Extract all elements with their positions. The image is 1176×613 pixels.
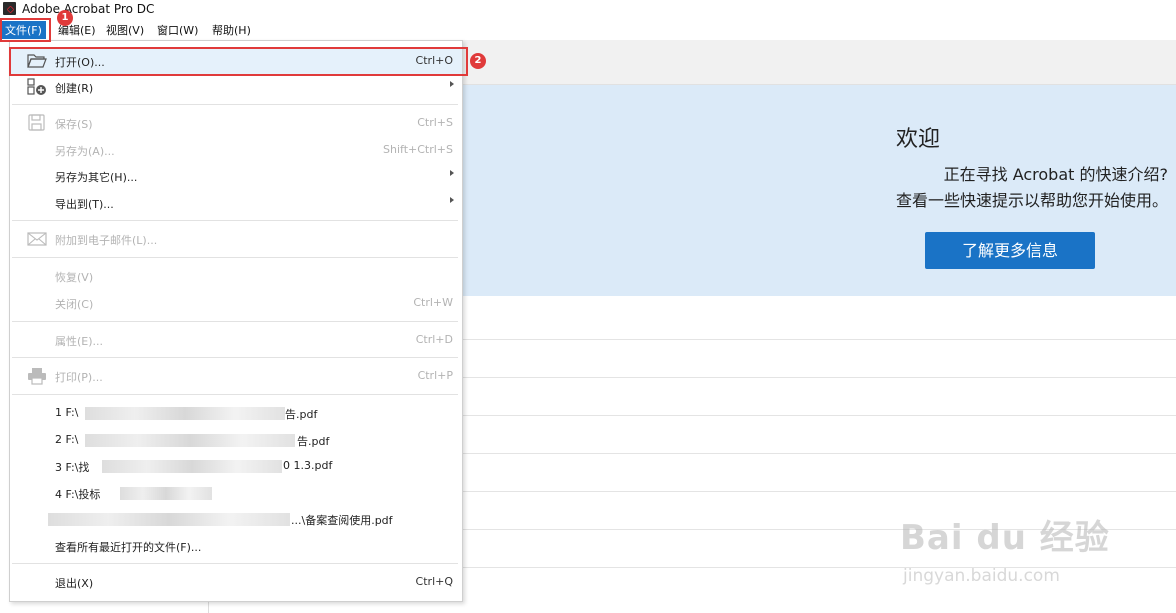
recent-file-4[interactable]: 4 F:\投标 [10,480,462,506]
printer-icon [27,367,47,385]
list-divider [460,415,1176,416]
menu-item-properties[interactable]: 属性(E)... Ctrl+D [10,327,462,353]
mail-icon [27,230,47,248]
menu-item-close[interactable]: 关闭(C) Ctrl+W [10,290,462,316]
view-all-recent-label: 查看所有最近打开的文件(F)... [55,541,202,554]
annotation-box-2 [9,47,468,76]
menu-item-save-as-other[interactable]: 另存为其它(H)... [10,163,462,189]
menu-item-save-as[interactable]: 另存为(A)... Shift+Ctrl+S [10,137,462,163]
menu-item-save[interactable]: 保存(S) Ctrl+S [10,110,462,136]
recent-file-1[interactable]: 1 F:\ 告.pdf [10,400,462,426]
blurred-path [102,460,282,473]
list-divider [460,453,1176,454]
blurred-path [85,434,295,447]
recent-file-prefix: 2 F:\ [55,433,79,446]
blurred-path [85,407,285,420]
revert-label: 恢复(V) [55,271,94,284]
attach-email-label: 附加到电子邮件(L)... [55,234,158,247]
recent-file-suffix: 告.pdf [285,408,318,421]
menu-separator [12,220,458,221]
recent-file-suffix: 告.pdf [297,435,330,448]
menu-item-attach-email[interactable]: 附加到电子邮件(L)... [10,226,462,252]
blurred-path [48,513,290,526]
exit-shortcut: Ctrl+Q [415,575,453,588]
menu-view[interactable]: 视图(V) [106,22,144,38]
menu-separator [12,104,458,105]
recent-file-2[interactable]: 2 F:\ 告.pdf [10,427,462,453]
menu-item-print[interactable]: 打印(P)... Ctrl+P [10,363,462,389]
print-label: 打印(P)... [55,371,103,384]
annotation-box-1 [0,18,51,42]
recent-file-3[interactable]: 3 F:\找 0 1.3.pdf [10,453,462,479]
create-label: 创建(R) [55,82,94,95]
menu-separator [12,394,458,395]
learn-more-button[interactable]: 了解更多信息 [925,232,1095,269]
save-shortcut: Ctrl+S [417,116,453,129]
save-as-other-label: 另存为其它(H)... [55,171,138,184]
watermark-url: jingyan.baidu.com [903,566,1060,586]
window-title: Adobe Acrobat Pro DC [22,2,155,16]
list-divider [460,339,1176,340]
submenu-arrow-icon [450,170,454,176]
list-divider [460,377,1176,378]
welcome-panel: 欢迎 正在寻找 Acrobat 的快速介绍? 查看一些快速提示以帮助您开始使用。… [460,85,1176,296]
menu-separator [12,357,458,358]
annotation-badge-1: 1 [57,10,73,26]
exit-label: 退出(X) [55,577,94,590]
print-shortcut: Ctrl+P [417,369,453,382]
menu-separator [12,321,458,322]
recent-file-prefix: 3 F:\找 [55,461,90,474]
file-menu: 打开(O)... Ctrl+O 创建(R) 保存(S) Ctrl+S 另存为(A… [9,40,463,602]
submenu-arrow-icon [450,197,454,203]
watermark-logo: Bai du 经验 [900,518,1110,558]
welcome-line-1: 正在寻找 Acrobat 的快速介绍? [943,165,1168,184]
close-shortcut: Ctrl+W [413,296,453,309]
recent-file-suffix: ...\备案查阅使用.pdf [291,514,393,527]
menu-item-exit[interactable]: 退出(X) Ctrl+Q [10,569,462,595]
welcome-line-2: 查看一些快速提示以帮助您开始使用。 [895,191,1168,210]
annotation-badge-2: 2 [470,53,486,69]
list-divider [460,491,1176,492]
save-icon [27,114,47,132]
menu-item-export-to[interactable]: 导出到(T)... [10,190,462,216]
close-label: 关闭(C) [55,298,94,311]
acrobat-logo-icon [3,2,16,15]
save-as-shortcut: Shift+Ctrl+S [383,143,453,156]
menu-window[interactable]: 窗口(W) [157,22,198,38]
menu-bar: 文件(F) 编辑(E) 视图(V) 窗口(W) 帮助(H) [0,19,1176,41]
menu-item-revert[interactable]: 恢复(V) [10,263,462,289]
properties-label: 属性(E)... [55,335,104,348]
recent-file-suffix: 0 1.3.pdf [283,459,333,472]
menu-separator [12,563,458,564]
welcome-title: 欢迎 [895,127,940,152]
create-pdf-icon [27,78,47,96]
blurred-path [120,487,212,500]
menu-item-create[interactable]: 创建(R) [10,74,462,100]
properties-shortcut: Ctrl+D [415,333,453,346]
menu-item-view-all-recent[interactable]: 查看所有最近打开的文件(F)... [10,533,462,559]
recent-file-5[interactable]: ...\备案查阅使用.pdf [10,506,462,532]
recent-file-prefix: 4 F:\投标 [55,488,101,501]
menu-help[interactable]: 帮助(H) [212,22,251,38]
save-label: 保存(S) [55,118,93,131]
list-divider [460,567,1176,568]
export-to-label: 导出到(T)... [55,198,114,211]
recent-file-prefix: 1 F:\ [55,406,79,419]
submenu-arrow-icon [450,81,454,87]
title-bar: Adobe Acrobat Pro DC [0,0,1176,18]
menu-separator [12,257,458,258]
save-as-label: 另存为(A)... [55,145,115,158]
